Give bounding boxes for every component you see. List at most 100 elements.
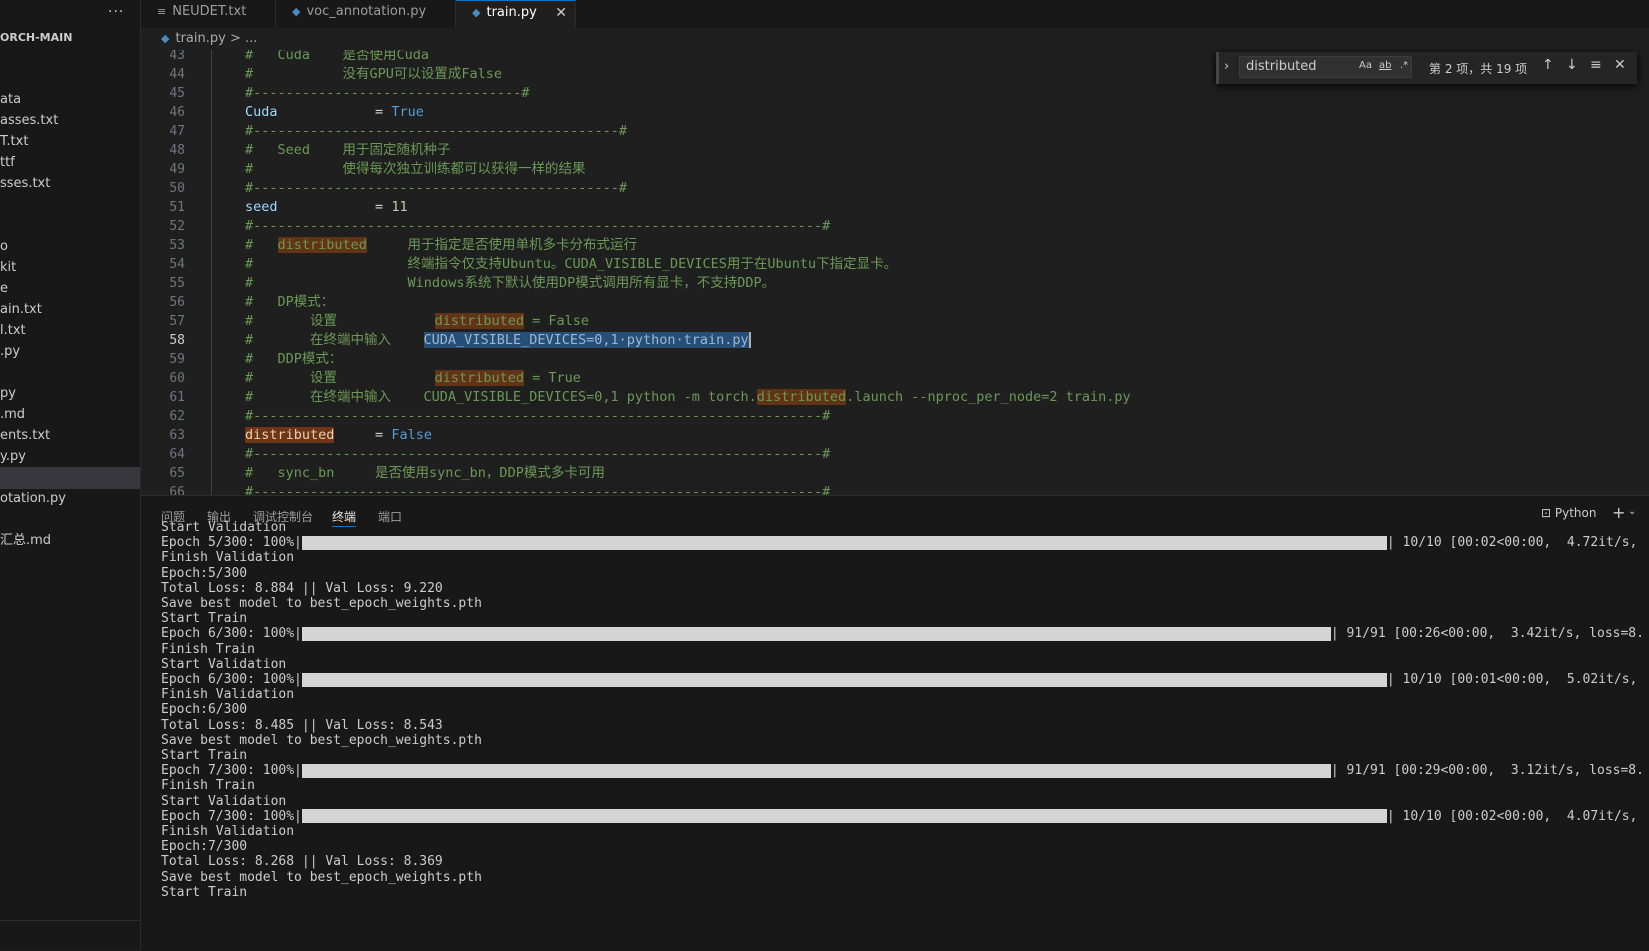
code-token: # 终端指令仅支持Ubuntu。CUDA_VISIBLE_DEVICES用于在U… (245, 256, 898, 272)
line-number: 66 (169, 485, 185, 495)
file-item[interactable] (0, 467, 140, 489)
code-token: #---------------------------------------… (245, 484, 831, 495)
line-number: 50 (169, 181, 185, 196)
code-token: Cuda (245, 104, 278, 120)
tab-neudet[interactable]: ≡ NEUDET.txt (141, 0, 276, 28)
file-item[interactable]: ents.txt (0, 425, 140, 447)
bottom-panel: 问题 输出 调试控制台 终端 端口 ⊡ Python + ⌄ Start Val… (141, 495, 1649, 951)
match-case-icon[interactable]: Aa (1359, 60, 1372, 71)
progress-bar (301, 535, 1387, 550)
file-item[interactable]: asses.txt (0, 110, 140, 132)
close-icon[interactable]: ✕ (1614, 57, 1626, 73)
terminal-icon: ⊡ (1541, 506, 1552, 520)
code-token: # DDP模式： (245, 351, 343, 367)
file-item[interactable]: sses.txt (0, 173, 140, 195)
line-number: 59 (169, 352, 185, 367)
terminal-line: Save best model to best_epoch_weights.pt… (161, 596, 482, 611)
terminal-selector[interactable]: ⊡ Python (1541, 506, 1597, 520)
code-line: 63 distributed = False (141, 426, 1649, 445)
whole-word-icon[interactable]: ab (1379, 60, 1391, 71)
code-token: = False (523, 313, 589, 329)
project-title[interactable]: ORCH-MAIN (0, 31, 72, 44)
file-item[interactable]: ttf (0, 152, 140, 174)
code-token: #---------------------------------------… (245, 123, 628, 139)
tab-voc-annotation[interactable]: ◆ voc_annotation.py (276, 0, 456, 28)
line-number: 54 (169, 257, 185, 272)
file-item[interactable]: y.py (0, 446, 140, 468)
line-content: # DDP模式： (245, 350, 342, 369)
python-icon: ◆ (161, 32, 170, 45)
file-item[interactable]: .py (0, 341, 140, 363)
line-number: 60 (169, 371, 185, 386)
python-icon: ◆ (292, 5, 301, 18)
regex-icon[interactable]: .* (1400, 60, 1408, 71)
code-token: # 在终端中输入 (245, 332, 424, 348)
file-item[interactable]: 汇总.md (0, 530, 140, 552)
close-icon[interactable]: ✕ (555, 1, 567, 25)
panel-tab-ports[interactable]: 端口 (378, 508, 402, 525)
progress-suffix: | 10/10 [00:02<00:00, 4.07it/s, (1386, 808, 1638, 824)
tab-label: train.py (486, 5, 537, 20)
code-token: .launch --nproc_per_node=2 train.py (846, 389, 1131, 405)
code-token: # (245, 237, 278, 253)
code-token: seed (245, 199, 278, 215)
text-file-icon: ≡ (157, 5, 167, 18)
line-content: Cuda = True (245, 103, 424, 122)
panel-tab-terminal[interactable]: 终端 (332, 508, 357, 527)
more-actions-icon[interactable]: ··· (108, 4, 124, 20)
tab-label: voc_annotation.py (306, 4, 427, 19)
arrow-down-icon[interactable]: ↓ (1566, 57, 1578, 73)
terminal-line: Epoch 5/300: 100%| | 10/10 [00:02<00:00, … (161, 535, 1637, 551)
code-token: # sync_bn 是否使用sync_bn，DDP模式多卡可用 (245, 465, 605, 481)
terminal-line: Start Validation (161, 520, 287, 535)
code-token: #---------------------------------------… (245, 218, 831, 234)
code-token: # Windows系统下默认使用DP模式调用所有显卡，不支持DDP。 (245, 275, 776, 291)
file-item[interactable]: kit (0, 257, 140, 279)
line-number: 49 (169, 162, 185, 177)
code-line: 54 # 终端指令仅支持Ubuntu。CUDA_VISIBLE_DEVICES用于… (141, 255, 1649, 274)
line-number: 57 (169, 314, 185, 329)
progress-suffix: | 91/91 [00:29<00:00, 3.12it/s, loss=8. (1330, 763, 1644, 779)
new-terminal-icon[interactable]: + (1612, 503, 1625, 522)
file-item[interactable]: e (0, 278, 140, 300)
line-content: # 设置 distributed = False (245, 312, 589, 331)
chevron-down-icon[interactable]: ⌄ (1628, 506, 1636, 517)
code-token: #---------------------------------------… (245, 408, 831, 424)
sidebar-divider (0, 920, 140, 921)
code-token: #---------------------------------------… (245, 180, 628, 196)
code-line: 52 #-------------------------------------… (141, 217, 1649, 236)
code-token: # 在终端中输入 CUDA_VISIBLE_DEVICES=0,1 python… (245, 389, 757, 405)
toggle-replace-icon[interactable]: › (1224, 59, 1229, 74)
terminal-line: Start Validation (161, 656, 287, 672)
progress-prefix: Epoch 6/300: 100%| (161, 672, 302, 687)
file-item[interactable]: l.txt (0, 320, 140, 342)
find-in-selection-icon[interactable]: ≡ (1590, 57, 1602, 73)
breadcrumb-file[interactable]: train.py (175, 31, 225, 46)
code-editor[interactable]: 43 # Cuda 是否使用Cuda 44 # 没有GPU可以设置成False 45 #-… (141, 50, 1649, 495)
file-item[interactable]: otation.py (0, 488, 140, 510)
tab-label: NEUDET.txt (172, 4, 247, 19)
code-token: # Cuda 是否使用Cuda (245, 50, 430, 63)
code-line: 51 seed = 11 (141, 198, 1649, 217)
tab-train-py[interactable]: ◆ train.py ✕ (456, 0, 576, 28)
line-number: 64 (169, 447, 185, 462)
line-number: 61 (169, 390, 185, 405)
file-item[interactable]: ain.txt (0, 299, 140, 321)
terminal-line: Finish Validation (161, 550, 295, 566)
breadcrumb-more[interactable]: ... (245, 31, 257, 46)
file-item[interactable]: py (0, 383, 140, 405)
file-item[interactable]: T.txt (0, 131, 140, 153)
file-item[interactable]: .md (0, 404, 140, 426)
progress-prefix: Epoch 7/300: 100%| (161, 763, 302, 779)
terminal-line: Epoch:5/300 (161, 565, 248, 581)
line-content: #---------------------------------------… (245, 445, 830, 464)
file-item[interactable]: ata (0, 89, 140, 111)
code-line: 45 #---------------------------------# (141, 84, 1649, 103)
line-content: # 终端指令仅支持Ubuntu。CUDA_VISIBLE_DEVICES用于在U… (245, 255, 897, 274)
code-token: # Seed 用于固定随机种子 (245, 142, 451, 158)
file-item[interactable]: o (0, 236, 140, 258)
progress-suffix: | 10/10 [00:01<00:00, 5.02it/s, (1386, 672, 1638, 687)
progress-suffix: | 10/10 [00:02<00:00, 4.72it/s, (1386, 535, 1638, 551)
arrow-up-icon[interactable]: ↑ (1542, 57, 1554, 73)
code-token: = True (523, 370, 581, 386)
